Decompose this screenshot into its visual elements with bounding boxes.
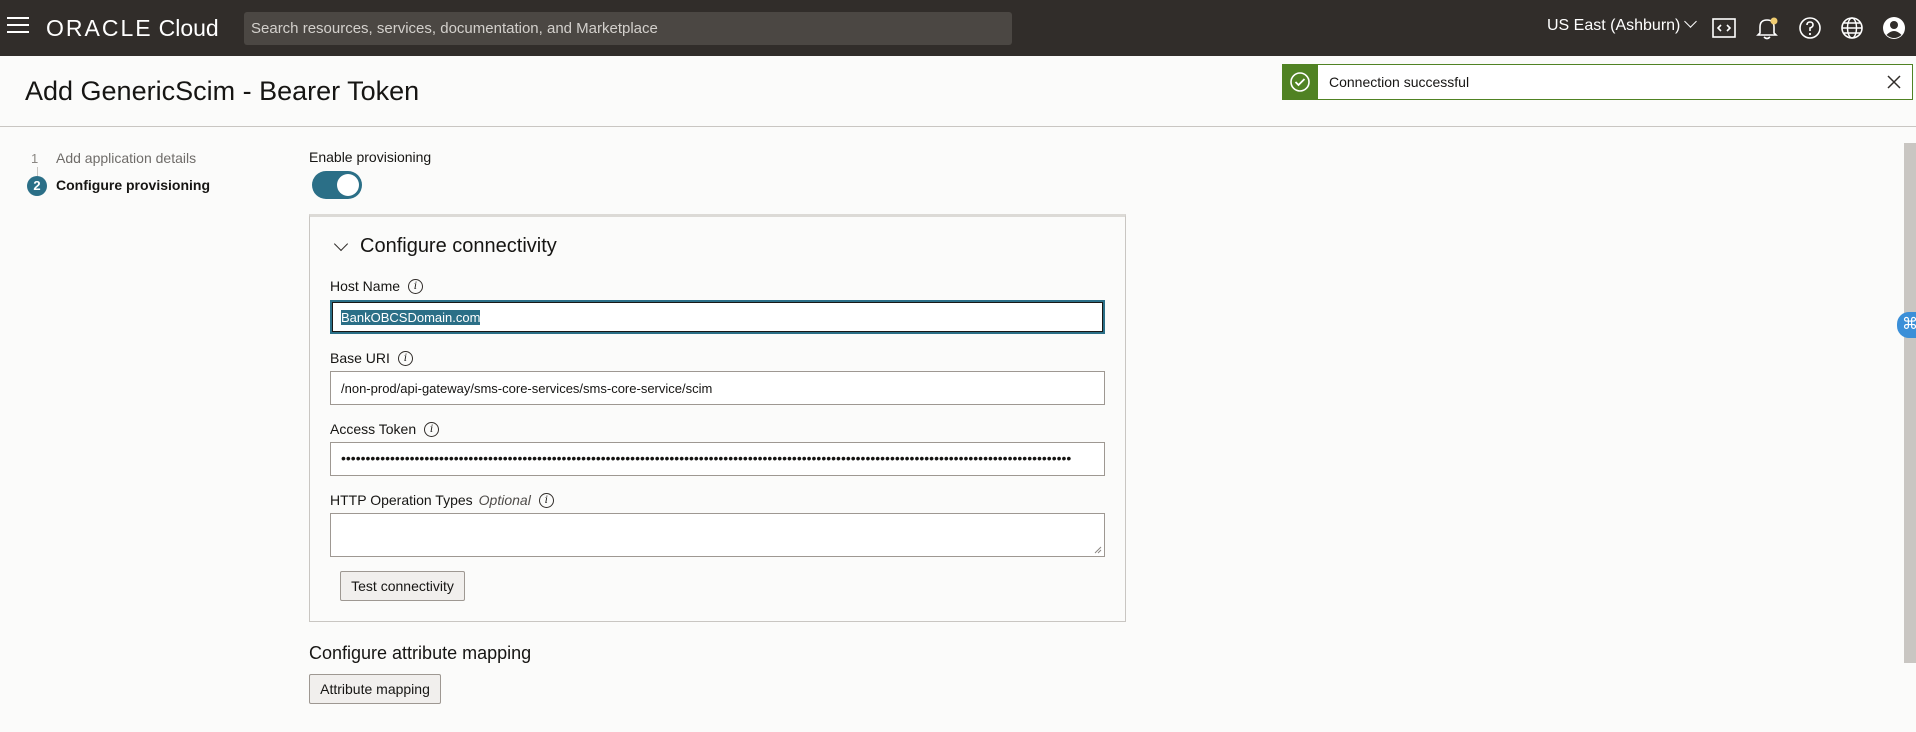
oracle-cloud-logo[interactable]: ORACLE Cloud	[46, 15, 219, 42]
access-token-input[interactable]: ••••••••••••••••••••••••••••••••••••••••…	[330, 442, 1105, 476]
configure-connectivity-panel	[309, 214, 1126, 622]
check-circle-icon	[1290, 72, 1310, 92]
page-scrollbar[interactable]	[1904, 143, 1916, 663]
test-connectivity-button[interactable]: Test connectivity	[340, 571, 465, 601]
menu-icon[interactable]	[7, 17, 29, 37]
bell-icon[interactable]	[1754, 15, 1780, 41]
step-configure-provisioning[interactable]: Configure provisioning	[56, 177, 210, 193]
enable-provisioning-toggle[interactable]	[312, 171, 362, 199]
http-operation-types-label: HTTP Operation Types Optional i	[330, 492, 554, 509]
region-label: US East (Ashburn)	[1547, 17, 1681, 34]
info-icon[interactable]: i	[538, 492, 554, 508]
optional-hint: Optional	[478, 492, 531, 508]
chevron-down-icon	[1684, 15, 1698, 28]
command-icon[interactable]: ⌘	[1897, 312, 1916, 338]
page-title: Add GenericScim - Bearer Token	[25, 76, 420, 106]
base-uri-label: Base URI i	[330, 350, 413, 367]
help-icon[interactable]	[1797, 15, 1823, 41]
toast-message: Connection successful	[1329, 74, 1470, 90]
info-icon[interactable]: i	[397, 350, 413, 366]
resize-handle-icon[interactable]	[1094, 546, 1102, 554]
configure-connectivity-title[interactable]: Configure connectivity	[360, 235, 557, 258]
success-toast: Connection successful	[1282, 64, 1913, 100]
http-operation-types-textarea[interactable]	[330, 513, 1105, 557]
toggle-knob	[337, 174, 359, 196]
configure-attribute-mapping-title: Configure attribute mapping	[309, 643, 532, 663]
close-icon[interactable]	[1886, 74, 1902, 90]
step-add-application-details[interactable]: Add application details	[56, 150, 196, 166]
search-input[interactable]: Search resources, services, documentatio…	[244, 12, 1012, 45]
step-2-number: 2	[27, 176, 47, 196]
step-1-number: 1	[31, 151, 39, 166]
info-icon[interactable]: i	[408, 278, 424, 294]
toast-status-bar	[1283, 65, 1318, 99]
base-uri-label-text: Base URI	[330, 350, 390, 366]
globe-icon[interactable]	[1839, 15, 1865, 41]
access-token-label: Access Token i	[330, 421, 440, 438]
host-name-value: BankOBCSDomain.com	[341, 310, 481, 325]
access-token-label-text: Access Token	[330, 421, 417, 437]
enable-provisioning-label: Enable provisioning	[309, 149, 432, 165]
logo-product: Cloud	[158, 15, 219, 41]
attribute-mapping-button[interactable]: Attribute mapping	[309, 674, 441, 704]
profile-icon[interactable]	[1881, 15, 1907, 41]
host-name-label-text: Host Name	[330, 278, 401, 294]
host-name-label: Host Name i	[330, 278, 424, 295]
code-editor-icon[interactable]	[1711, 15, 1737, 41]
base-uri-input[interactable]: /non-prod/api-gateway/sms-core-services/…	[330, 371, 1105, 405]
region-selector[interactable]: US East (Ashburn)	[1547, 15, 1698, 35]
host-name-input[interactable]: BankOBCSDomain.com	[330, 300, 1105, 334]
info-icon[interactable]: i	[424, 421, 440, 437]
top-header: ORACLE Cloud Search resources, services, …	[0, 0, 1916, 56]
logo-brand: ORACLE	[46, 15, 153, 41]
http-operation-types-label-text: HTTP Operation Types	[330, 492, 473, 508]
step-connector	[37, 167, 38, 176]
